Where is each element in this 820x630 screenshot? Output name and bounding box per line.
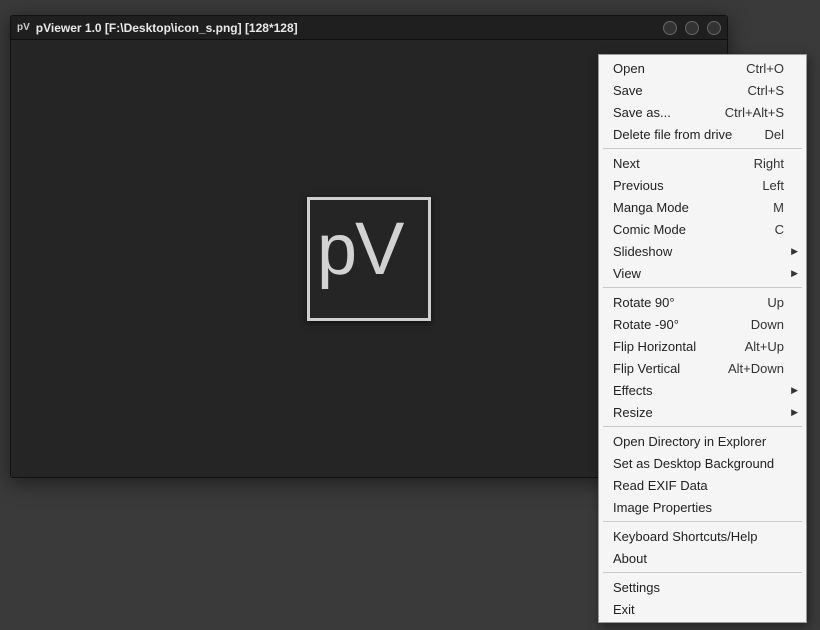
- menu-item-previous[interactable]: Previous Left: [601, 174, 804, 196]
- menu-item-delete-file-from-drive[interactable]: Delete file from drive Del: [601, 123, 804, 145]
- menu-separator: [603, 287, 802, 288]
- close-button[interactable]: [707, 21, 721, 35]
- menu-item-next[interactable]: Next Right: [601, 152, 804, 174]
- menu-item-label: Image Properties: [613, 500, 784, 515]
- menu-item-label: Settings: [613, 580, 784, 595]
- menu-item-label: Slideshow: [613, 244, 784, 259]
- menu-item-flip-vertical[interactable]: Flip Vertical Alt+Down: [601, 357, 804, 379]
- menu-item-label: Read EXIF Data: [613, 478, 784, 493]
- menu-item-shortcut: Ctrl+O: [746, 61, 784, 76]
- menu-item-label: Resize: [613, 405, 784, 420]
- menu-item-shortcut: Del: [764, 127, 784, 142]
- menu-item-open[interactable]: Open Ctrl+O: [601, 57, 804, 79]
- menu-item-label: Open Directory in Explorer: [613, 434, 784, 449]
- menu-item-label: Flip Horizontal: [613, 339, 735, 354]
- menu-item-effects[interactable]: Effects ▶: [601, 379, 804, 401]
- menu-item-label: Keyboard Shortcuts/Help: [613, 529, 784, 544]
- menu-separator: [603, 148, 802, 149]
- menu-item-image-properties[interactable]: Image Properties: [601, 496, 804, 518]
- window-controls: [663, 21, 721, 35]
- menu-item-resize[interactable]: Resize ▶: [601, 401, 804, 423]
- menu-item-label: Delete file from drive: [613, 127, 754, 142]
- menu-item-shortcut: C: [775, 222, 784, 237]
- menu-item-label: About: [613, 551, 784, 566]
- menu-item-comic-mode[interactable]: Comic Mode C: [601, 218, 804, 240]
- menu-item-label: Next: [613, 156, 744, 171]
- menu-item-shortcut: Ctrl+S: [748, 83, 784, 98]
- chevron-right-icon: ▶: [791, 385, 798, 396]
- menu-item-manga-mode[interactable]: Manga Mode M: [601, 196, 804, 218]
- pv-logo-icon: p V: [317, 216, 421, 302]
- menu-item-settings[interactable]: Settings: [601, 576, 804, 598]
- chevron-right-icon: ▶: [791, 268, 798, 279]
- menu-separator: [603, 426, 802, 427]
- menu-item-rotate-90[interactable]: Rotate 90° Up: [601, 291, 804, 313]
- svg-text:V: V: [355, 216, 405, 290]
- menu-item-shortcut: Left: [762, 178, 784, 193]
- menu-item-view[interactable]: View ▶: [601, 262, 804, 284]
- menu-item-shortcut: Right: [754, 156, 784, 171]
- menu-item-save[interactable]: Save Ctrl+S: [601, 79, 804, 101]
- menu-item-open-directory-in-explorer[interactable]: Open Directory in Explorer: [601, 430, 804, 452]
- menu-item-rotate-90[interactable]: Rotate -90° Down: [601, 313, 804, 335]
- menu-item-label: Comic Mode: [613, 222, 765, 237]
- displayed-image: p V: [307, 197, 431, 321]
- menu-item-label: Save: [613, 83, 738, 98]
- menu-item-slideshow[interactable]: Slideshow ▶: [601, 240, 804, 262]
- chevron-right-icon: ▶: [791, 246, 798, 257]
- menu-item-read-exif-data[interactable]: Read EXIF Data: [601, 474, 804, 496]
- menu-item-shortcut: Alt+Down: [728, 361, 784, 376]
- minimize-button[interactable]: [663, 21, 677, 35]
- menu-item-shortcut: Alt+Up: [745, 339, 784, 354]
- menu-item-label: Exit: [613, 602, 784, 617]
- titlebar[interactable]: pV pViewer 1.0 [F:\Desktop\icon_s.png] […: [11, 16, 727, 40]
- menu-separator: [603, 572, 802, 573]
- menu-item-save-as[interactable]: Save as... Ctrl+Alt+S: [601, 101, 804, 123]
- menu-item-label: Effects: [613, 383, 784, 398]
- menu-item-shortcut: M: [773, 200, 784, 215]
- menu-item-label: Rotate 90°: [613, 295, 757, 310]
- context-menu: Open Ctrl+O Save Ctrl+S Save as... Ctrl+Alt+S…: [598, 54, 807, 623]
- menu-item-set-as-desktop-background[interactable]: Set as Desktop Background: [601, 452, 804, 474]
- menu-separator: [603, 521, 802, 522]
- menu-item-shortcut: Ctrl+Alt+S: [725, 105, 784, 120]
- menu-item-label: Save as...: [613, 105, 715, 120]
- menu-item-about[interactable]: About: [601, 547, 804, 569]
- menu-item-exit[interactable]: Exit: [601, 598, 804, 620]
- chevron-right-icon: ▶: [791, 407, 798, 418]
- menu-item-label: View: [613, 266, 784, 281]
- menu-item-keyboard-shortcuts-help[interactable]: Keyboard Shortcuts/Help: [601, 525, 804, 547]
- menu-item-label: Open: [613, 61, 736, 76]
- menu-item-label: Rotate -90°: [613, 317, 741, 332]
- maximize-button[interactable]: [685, 21, 699, 35]
- svg-text:p: p: [317, 216, 357, 290]
- menu-item-label: Manga Mode: [613, 200, 763, 215]
- menu-item-label: Set as Desktop Background: [613, 456, 784, 471]
- menu-item-label: Flip Vertical: [613, 361, 718, 376]
- menu-item-shortcut: Down: [751, 317, 784, 332]
- window-title: pViewer 1.0 [F:\Desktop\icon_s.png] [128…: [36, 21, 663, 35]
- menu-item-flip-horizontal[interactable]: Flip Horizontal Alt+Up: [601, 335, 804, 357]
- menu-item-shortcut: Up: [767, 295, 784, 310]
- menu-item-label: Previous: [613, 178, 752, 193]
- app-icon: pV: [17, 22, 30, 33]
